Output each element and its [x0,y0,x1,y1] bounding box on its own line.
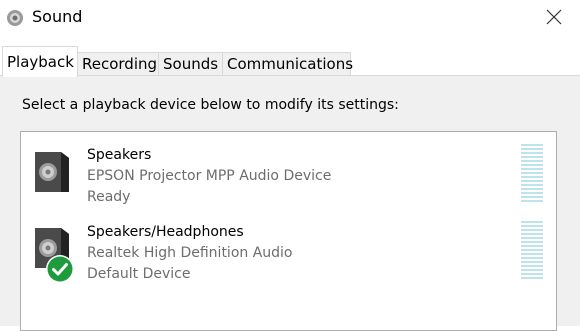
window-title: Sound [32,7,83,26]
device-status: Ready [87,189,131,205]
title-bar: Sound [0,0,580,36]
tab-sounds[interactable]: Sounds [158,52,223,75]
level-meter [521,144,543,204]
close-button[interactable] [540,4,568,32]
device-description: EPSON Projector MPP Audio Device [87,168,332,184]
device-name: Speakers [87,147,152,163]
list-item[interactable]: Speakers/Headphones Realtek High Definit… [21,216,556,292]
green-checkmark-icon [45,254,75,284]
tab-strip-divider [0,75,580,76]
list-item[interactable]: Speakers EPSON Projector MPP Audio Devic… [21,139,556,215]
level-meter [521,221,543,281]
device-description: Realtek High Definition Audio [87,245,293,261]
speaker-icon [6,9,24,27]
device-name: Speakers/Headphones [87,224,244,240]
tab-communications[interactable]: Communications [222,52,353,75]
instruction-text: Select a playback device below to modify… [22,97,399,113]
device-list[interactable]: Speakers EPSON Projector MPP Audio Devic… [20,131,557,331]
tab-recording[interactable]: Recording [77,52,159,75]
speaker-icon [31,148,73,198]
close-icon [546,9,562,25]
device-status: Default Device [87,266,191,282]
tab-playback[interactable]: Playback [2,46,78,77]
